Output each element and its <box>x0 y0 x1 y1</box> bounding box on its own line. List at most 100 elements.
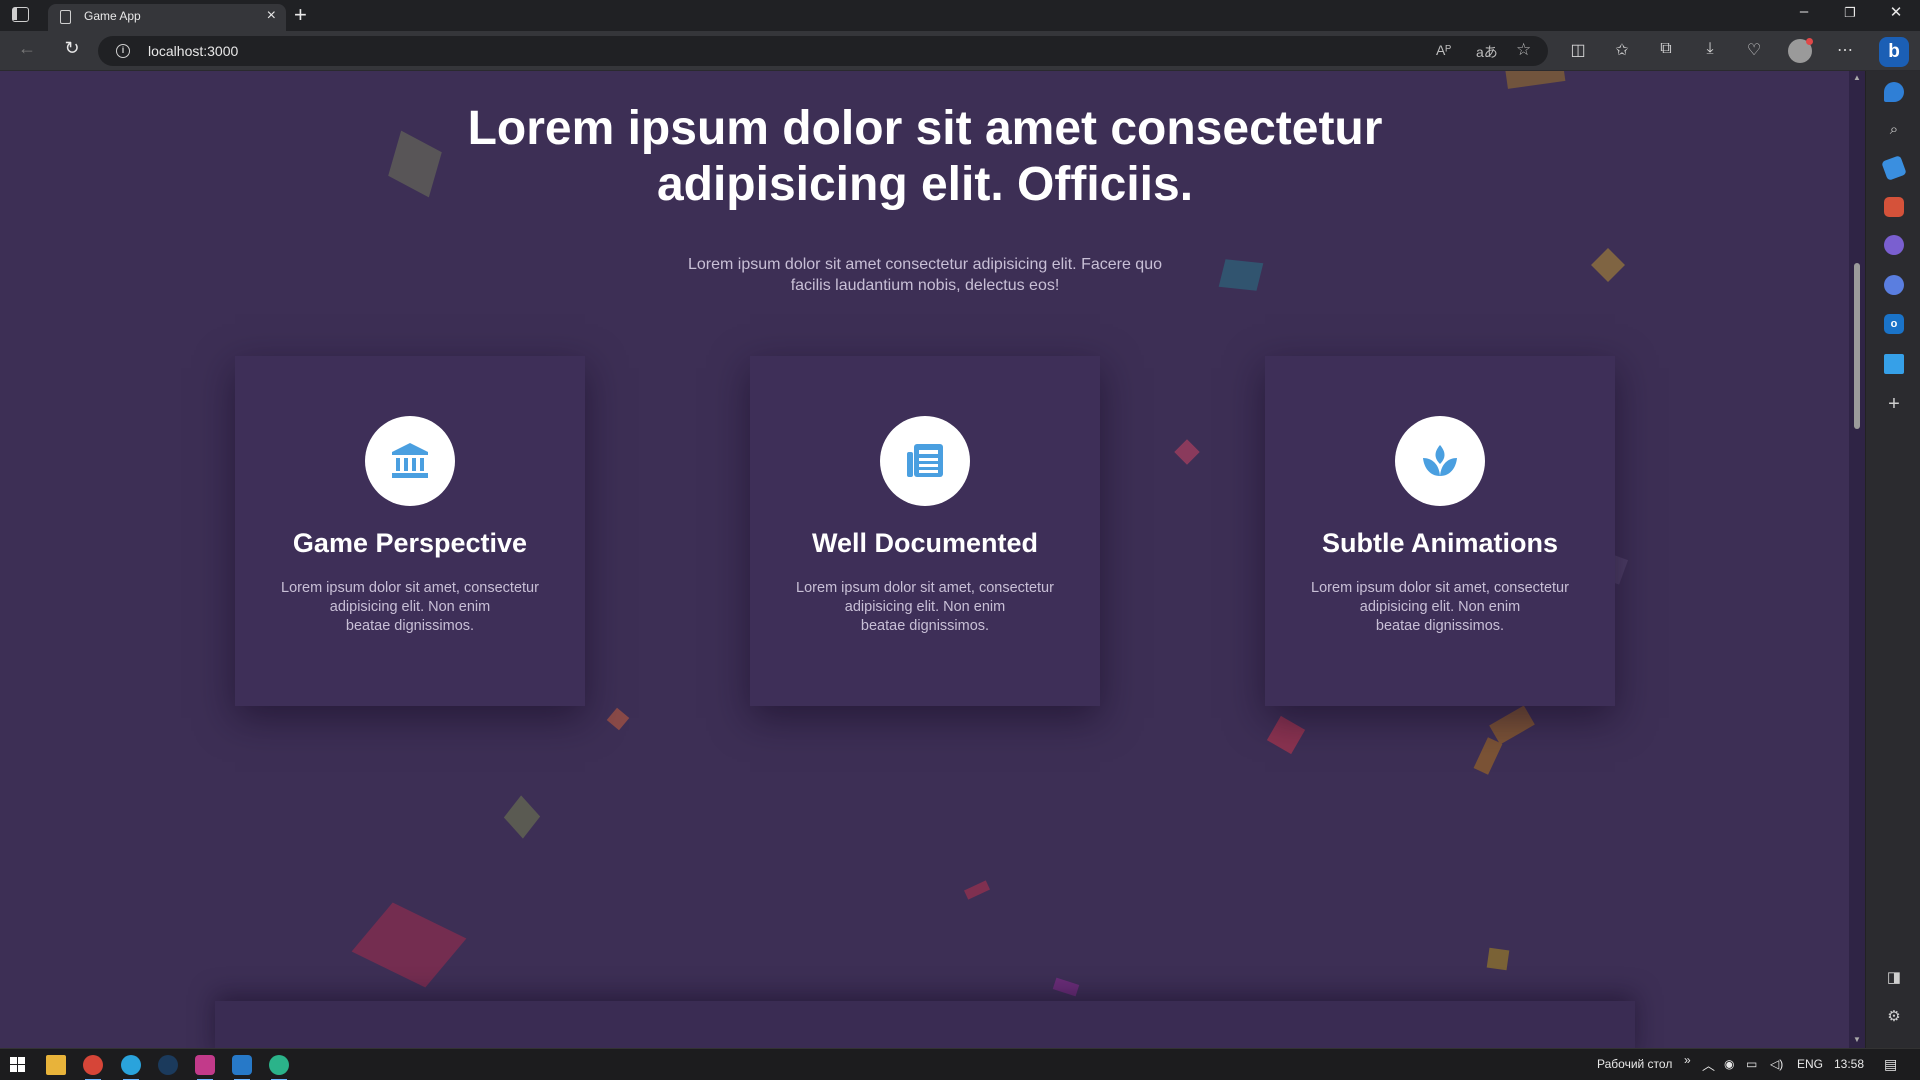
feature-icon-circle <box>365 416 455 506</box>
confetti-shape <box>503 795 541 839</box>
more-options-icon[interactable]: ⋯ <box>1833 40 1857 60</box>
volume-icon[interactable]: ◁) <box>1770 1057 1783 1071</box>
show-hidden-icons-icon[interactable]: ︿ <box>1702 1055 1715 1074</box>
scrollbar-thumb[interactable] <box>1854 263 1860 429</box>
windows-taskbar: Рабочий стол » ︿ ◉ ▭ ◁) ENG 13:58 ▤ <box>0 1048 1920 1080</box>
next-section-panel <box>215 1001 1635 1048</box>
feature-title: Game Perspective <box>292 528 528 558</box>
windows-start-icon[interactable] <box>8 1055 28 1075</box>
meet-now-icon[interactable]: ◉ <box>1724 1057 1734 1071</box>
confetti-shape <box>1504 71 1566 89</box>
hide-sidebar-icon[interactable]: ◨ <box>1884 968 1904 988</box>
newspaper-icon <box>907 444 943 477</box>
page-scrollbar[interactable]: ▲ ▼ <box>1849 71 1865 1048</box>
copilot-icon[interactable]: b <box>1879 37 1909 67</box>
notification-bell-icon[interactable] <box>1884 82 1904 102</box>
input-language[interactable]: ENG <box>1797 1057 1823 1071</box>
address-bar[interactable]: i localhost:3000 Aᴾ aあ ☆ <box>98 36 1548 66</box>
downloads-icon[interactable]: ⤓ <box>1698 40 1722 58</box>
back-icon[interactable]: ← <box>14 38 40 59</box>
confetti-shape <box>1489 705 1535 745</box>
tab-actions-icon[interactable] <box>12 7 29 22</box>
feature-description-line: Lorem ipsum dolor sit amet, consectetur <box>281 580 539 596</box>
games-icon[interactable] <box>1884 235 1904 255</box>
feature-description-line: Lorem ipsum dolor sit amet, consectetur <box>1311 580 1569 596</box>
feature-title: Subtle Animations <box>1321 528 1558 558</box>
desktop-toolbar-label[interactable]: Рабочий стол <box>1597 1057 1672 1071</box>
refresh-icon[interactable]: ↻ <box>59 38 85 59</box>
profile-avatar[interactable] <box>1788 38 1813 63</box>
file-explorer-icon[interactable] <box>46 1055 66 1075</box>
tab-close-icon[interactable]: × <box>267 7 276 25</box>
tab-title: Game App <box>84 9 141 23</box>
site-info-icon[interactable]: i <box>116 44 130 58</box>
edge-sidebar: ⌕ o + ◨ ⚙ <box>1865 71 1920 1048</box>
feature-description-line: beatae dignissimos. <box>860 618 990 634</box>
close-window-button[interactable]: ✕ <box>1874 3 1918 21</box>
spa-icon <box>1423 445 1457 476</box>
chrome-icon[interactable] <box>83 1055 103 1080</box>
network-icon[interactable]: ▭ <box>1746 1057 1757 1071</box>
confetti-shape <box>1266 715 1306 755</box>
confetti-shape <box>1052 977 1080 997</box>
telegram-icon[interactable] <box>121 1055 141 1080</box>
feature-card-game-perspective: Game Perspective Lorem ipsum dolor sit a… <box>235 356 585 706</box>
minimize-button[interactable]: – <box>1782 3 1826 20</box>
browser-tab[interactable]: Game App × <box>48 4 286 31</box>
toolbar-chevron-icon[interactable]: » <box>1684 1053 1691 1067</box>
collections-icon[interactable]: ⧉ <box>1654 40 1678 58</box>
outlook-icon[interactable]: o <box>1884 314 1904 334</box>
scroll-up-icon[interactable]: ▲ <box>1853 73 1861 82</box>
drop-icon[interactable] <box>1884 354 1904 374</box>
feature-title: Well Documented <box>811 528 1039 558</box>
tools-icon[interactable] <box>1884 197 1904 217</box>
microsoft-365-icon[interactable] <box>1884 275 1904 295</box>
bank-icon <box>392 443 428 478</box>
notification-center-icon[interactable]: ▤ <box>1884 1056 1897 1073</box>
read-aloud-icon[interactable]: Aᴾ <box>1436 42 1451 58</box>
favorites-icon[interactable]: ✩ <box>1610 40 1634 60</box>
edge-icon[interactable] <box>269 1055 289 1080</box>
steam-icon[interactable] <box>158 1055 178 1075</box>
instagram-icon[interactable] <box>195 1055 215 1080</box>
hero-subtitle-line: facilis laudantium nobis, delectus eos! <box>790 277 1060 294</box>
confetti-shape <box>1591 248 1625 282</box>
page-viewport: Lorem ipsum dolor sit amet consectetur a… <box>0 71 1849 1048</box>
settings-gear-icon[interactable]: ⚙ <box>1884 1007 1904 1027</box>
feature-card-subtle-animations: Subtle Animations Lorem ipsum dolor sit … <box>1265 356 1615 706</box>
translate-icon[interactable]: aあ <box>1476 42 1498 62</box>
vscode-icon[interactable] <box>232 1055 252 1080</box>
add-sidebar-app-icon[interactable]: + <box>1884 394 1904 414</box>
confetti-shape <box>1473 737 1503 775</box>
favorite-star-icon[interactable]: ☆ <box>1516 40 1531 60</box>
url-text[interactable]: localhost:3000 <box>148 43 238 59</box>
feature-description-line: beatae dignissimos. <box>345 618 475 634</box>
page-icon <box>60 10 71 24</box>
confetti-shape <box>606 707 630 731</box>
browser-essentials-icon[interactable]: ♡ <box>1742 40 1766 60</box>
new-tab-button[interactable]: + <box>294 2 307 28</box>
hero-title-line: adipisicing elit. Officiis. <box>656 158 1194 211</box>
shopping-tag-icon[interactable] <box>1881 155 1907 181</box>
confetti-shape <box>351 902 467 988</box>
confetti-shape <box>1218 259 1264 291</box>
feature-description-line: adipisicing elit. Non enim <box>844 599 1006 615</box>
feature-icon-circle <box>1395 416 1485 506</box>
feature-description: Lorem ipsum dolor sit amet, consectetur … <box>785 579 1065 636</box>
clock-time[interactable]: 13:58 <box>1834 1057 1864 1071</box>
feature-description-line: beatae dignissimos. <box>1375 618 1505 634</box>
scroll-down-icon[interactable]: ▼ <box>1853 1035 1861 1044</box>
hero-subtitle: Lorem ipsum dolor sit amet consectetur a… <box>665 254 1185 296</box>
restore-button[interactable]: ❐ <box>1828 5 1872 21</box>
feature-description-line: adipisicing elit. Non enim <box>1359 599 1521 615</box>
feature-icon-circle <box>880 416 970 506</box>
feature-description-line: Lorem ipsum dolor sit amet, consectetur <box>796 580 1054 596</box>
confetti-shape <box>1486 947 1510 971</box>
feature-description: Lorem ipsum dolor sit amet, consectetur … <box>270 579 550 636</box>
search-icon[interactable]: ⌕ <box>1884 120 1904 140</box>
confetti-shape <box>1174 439 1200 465</box>
browser-tab-bar: Game App × + – ❐ ✕ <box>0 0 1920 31</box>
split-screen-icon[interactable]: ◫ <box>1566 40 1590 60</box>
feature-description: Lorem ipsum dolor sit amet, consectetur … <box>1300 579 1580 636</box>
confetti-shape <box>964 880 990 900</box>
